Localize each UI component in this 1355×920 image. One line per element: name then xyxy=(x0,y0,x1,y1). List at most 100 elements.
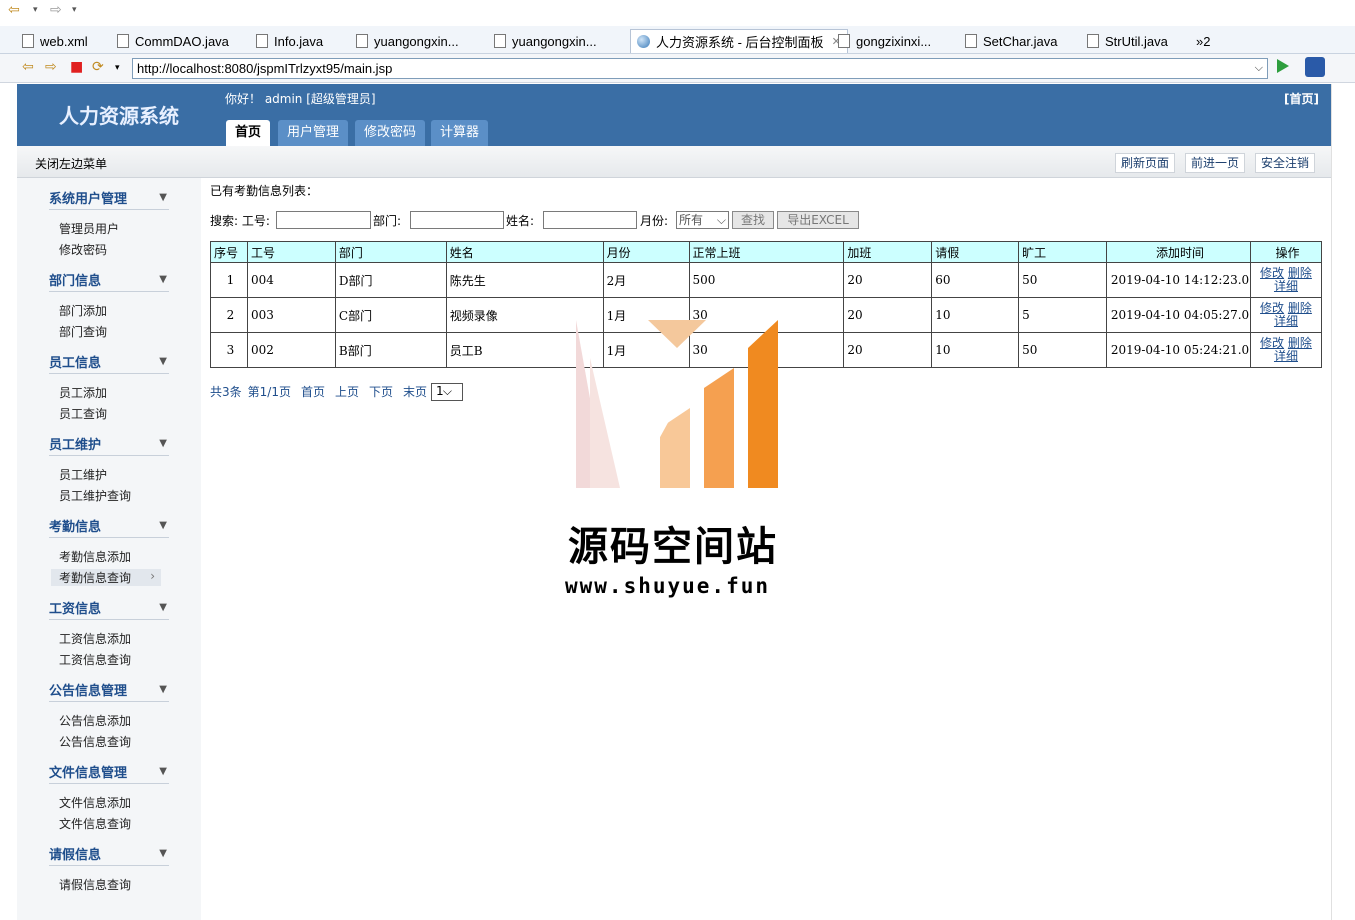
table-cell: 60 xyxy=(931,262,1020,298)
sidebar-group[interactable]: 员工信息 ▼ xyxy=(49,352,169,374)
editor-tab[interactable]: »2 xyxy=(1196,29,1210,53)
logout-button[interactable]: 安全注销 xyxy=(1255,153,1316,173)
sidebar-item[interactable]: 工资信息添加 xyxy=(59,630,131,647)
refresh-page-button[interactable]: 刷新页面 xyxy=(1115,153,1176,173)
last-page-link[interactable]: 末页 xyxy=(403,385,427,399)
home-link[interactable]: [首页] xyxy=(1284,90,1319,107)
table-cell: B部门 xyxy=(334,332,447,368)
close-left-menu-link[interactable]: 关闭左边菜单 xyxy=(35,155,107,172)
greeting: 你好！ admin [超级管理员] xyxy=(225,92,376,106)
sidebar-item[interactable]: 考勤信息查询 › xyxy=(51,569,161,586)
detail-link[interactable]: 详细 xyxy=(1274,349,1298,363)
sidebar-item[interactable]: 文件信息添加 xyxy=(59,794,131,811)
chevron-down-icon: ▼ xyxy=(159,520,167,531)
page-select[interactable]: 1 ⌵ xyxy=(431,383,464,401)
delete-link[interactable]: 删除 xyxy=(1288,336,1312,350)
detail-link[interactable]: 详细 xyxy=(1274,314,1298,328)
editor-tab[interactable]: SetChar.java xyxy=(965,29,1057,53)
sidebar-group[interactable]: 工资信息 ▼ xyxy=(49,598,169,620)
table-cell: 004 xyxy=(246,262,336,298)
dropdown-icon[interactable]: ▾ xyxy=(115,63,120,73)
employee-id-input[interactable] xyxy=(276,211,371,229)
editor-tab[interactable]: web.xml xyxy=(22,29,88,53)
forward-page-button[interactable]: 前进一页 xyxy=(1185,153,1246,173)
editor-tab[interactable]: yuangongxin... xyxy=(356,29,459,53)
sidebar-group[interactable]: 系统用户管理 ▼ xyxy=(49,188,169,210)
sidebar-item[interactable]: 工资信息查询 xyxy=(59,651,131,668)
chevron-down-icon[interactable]: ⌵ xyxy=(1255,59,1263,78)
sidebar-group[interactable]: 公告信息管理 ▼ xyxy=(49,680,169,702)
sidebar-item[interactable]: 员工维护 xyxy=(59,466,107,483)
name-label: 姓名: xyxy=(506,214,535,228)
tab-home[interactable]: 首页 xyxy=(226,120,271,146)
sidebar-group[interactable]: 请假信息 ▼ xyxy=(49,844,169,866)
sidebar-item[interactable]: 部门查询 xyxy=(59,323,107,340)
search-button[interactable]: 查找 xyxy=(732,211,774,229)
back-icon[interactable]: ⇦ xyxy=(8,2,20,18)
chevron-down-icon: ▼ xyxy=(159,602,167,613)
export-excel-button[interactable]: 导出EXCEL xyxy=(777,211,859,229)
sidebar-item[interactable]: 请假信息查询 xyxy=(59,876,131,893)
name-input[interactable] xyxy=(543,211,637,229)
total-count: 共3条 xyxy=(210,385,242,399)
forward-icon[interactable]: ⇨ xyxy=(45,59,57,75)
file-icon xyxy=(965,34,977,48)
editor-tab[interactable]: CommDAO.java xyxy=(117,29,229,53)
browser-menu-icon[interactable] xyxy=(1305,57,1325,77)
editor-tab[interactable]: gongzixinxi... xyxy=(838,29,931,53)
url-input[interactable]: http://localhost:8080/jspmITrlzyxt95/mai… xyxy=(132,58,1268,79)
detail-link[interactable]: 详细 xyxy=(1274,279,1298,293)
dropdown-icon[interactable]: ▾ xyxy=(72,5,77,15)
editor-tab-label: StrUtil.java xyxy=(1105,33,1168,49)
back-icon[interactable]: ⇦ xyxy=(22,59,34,75)
file-icon xyxy=(256,34,268,48)
dept-input[interactable] xyxy=(410,211,504,229)
edit-link[interactable]: 修改 xyxy=(1260,266,1284,280)
editor-tab-bar: web.xml CommDAO.java Info.java yuangongxin.… xyxy=(0,26,1355,54)
go-icon[interactable] xyxy=(1277,59,1289,73)
globe-icon xyxy=(637,35,650,48)
editor-tab[interactable]: 人力资源系统 - 后台控制面板 ✕ xyxy=(630,29,848,53)
sidebar-item[interactable]: 考勤信息添加 xyxy=(59,548,131,565)
sidebar-item[interactable]: 文件信息查询 xyxy=(59,815,131,832)
sidebar-group[interactable]: 文件信息管理 ▼ xyxy=(49,762,169,784)
edit-link[interactable]: 修改 xyxy=(1260,336,1284,350)
tab-user-management[interactable]: 用户管理 xyxy=(278,120,349,146)
refresh-icon[interactable]: ⟳ xyxy=(92,59,104,75)
sidebar-item[interactable]: 修改密码 xyxy=(59,241,107,258)
prev-page-link[interactable]: 上页 xyxy=(335,385,359,399)
tab-change-password[interactable]: 修改密码 xyxy=(355,120,426,146)
editor-tab-label: »2 xyxy=(1196,33,1211,49)
sidebar-group[interactable]: 考勤信息 ▼ xyxy=(49,516,169,538)
next-page-link[interactable]: 下页 xyxy=(369,385,393,399)
sidebar-item[interactable]: 公告信息查询 xyxy=(59,733,131,750)
sidebar-item[interactable]: 员工添加 xyxy=(59,384,107,401)
sidebar-item[interactable]: 员工查询 xyxy=(59,405,107,422)
sidebar-group[interactable]: 员工维护 ▼ xyxy=(49,434,169,456)
editor-tab[interactable]: StrUtil.java xyxy=(1087,29,1168,53)
sidebar-item[interactable]: 公告信息添加 xyxy=(59,712,131,729)
edit-link[interactable]: 修改 xyxy=(1260,301,1284,315)
chevron-down-icon: ▼ xyxy=(159,848,167,859)
editor-tab-label: yuangongxin... xyxy=(374,33,459,49)
editor-tab[interactable]: yuangongxin... xyxy=(494,29,597,53)
editor-tab[interactable]: Info.java xyxy=(256,29,323,53)
chevron-down-icon: ▼ xyxy=(159,438,167,449)
sidebar-group-label: 部门信息 xyxy=(49,274,102,289)
chevron-down-icon: ▼ xyxy=(159,192,167,203)
vertical-scrollbar[interactable] xyxy=(1331,84,1355,920)
sidebar-group[interactable]: 部门信息 ▼ xyxy=(49,270,169,292)
delete-link[interactable]: 删除 xyxy=(1288,266,1312,280)
forward-icon[interactable]: ⇨ xyxy=(50,2,62,18)
ide-toolbar: ⇦ ▾ ⇨ ▾ xyxy=(0,0,1355,24)
sidebar-item[interactable]: 部门添加 xyxy=(59,302,107,319)
tab-calculator[interactable]: 计算器 xyxy=(431,120,489,146)
delete-link[interactable]: 删除 xyxy=(1288,301,1312,315)
dropdown-icon[interactable]: ▾ xyxy=(33,5,38,15)
first-page-link[interactable]: 首页 xyxy=(301,385,325,399)
month-select[interactable]: 所有 ⌵ xyxy=(676,211,729,229)
sidebar-item[interactable]: 员工维护查询 xyxy=(59,487,131,504)
table-cell: 3 xyxy=(210,332,248,368)
sidebar-item[interactable]: 管理员用户 xyxy=(59,220,119,237)
stop-icon[interactable]: ■ xyxy=(70,59,83,75)
